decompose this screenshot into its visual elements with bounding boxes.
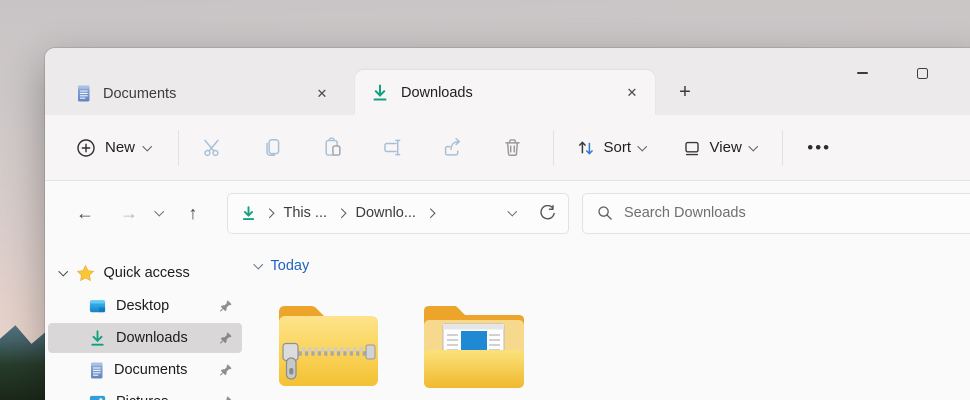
new-button[interactable]: New — [65, 129, 162, 167]
breadcrumb-this-pc[interactable]: This ... — [282, 202, 330, 224]
sidebar-item-label: Documents — [114, 362, 188, 378]
file-list-panel: Today — [245, 245, 970, 400]
tab-label: Documents — [103, 85, 177, 102]
sidebar-item-downloads[interactable]: Downloads — [48, 323, 242, 353]
pin-icon[interactable] — [219, 363, 233, 377]
chevron-down-icon[interactable] — [58, 266, 68, 277]
documents-icon — [88, 361, 105, 380]
breadcrumb-separator-icon — [336, 208, 346, 218]
rename-button[interactable] — [371, 126, 415, 170]
plus-circle-icon — [76, 138, 96, 158]
tab-documents[interactable]: Documents ✕ — [60, 72, 345, 115]
sidebar-item-documents[interactable]: Documents — [48, 355, 242, 385]
tab-downloads-active[interactable]: Downloads ✕ — [355, 70, 655, 115]
zipped-folder-icon — [271, 298, 385, 391]
sort-button[interactable]: Sort — [566, 129, 656, 167]
new-button-label: New — [105, 139, 136, 156]
close-tab-icon[interactable]: ✕ — [619, 80, 645, 106]
new-tab-button[interactable]: + — [667, 74, 703, 110]
caption-buttons — [838, 57, 946, 89]
recent-locations-button[interactable] — [147, 206, 171, 217]
group-header-label: Today — [270, 258, 310, 274]
file-item-zipped-folder[interactable] — [271, 298, 385, 391]
breadcrumb-separator-icon — [264, 208, 274, 218]
sort-arrows-icon — [576, 138, 596, 158]
maximize-button[interactable] — [898, 57, 946, 89]
breadcrumb-separator-icon — [425, 208, 435, 218]
toolbar-divider — [552, 129, 554, 166]
star-icon — [76, 264, 95, 283]
navigation-pane: Quick access Desktop Downloads Documents — [45, 245, 245, 400]
share-button[interactable] — [431, 126, 475, 170]
delete-button[interactable] — [491, 126, 535, 170]
chevron-down-icon — [142, 141, 152, 151]
cut-button[interactable] — [191, 126, 235, 170]
view-button[interactable]: View — [672, 129, 767, 167]
file-item-folder-with-documents[interactable] — [417, 298, 531, 391]
sidebar-item-label: Desktop — [116, 298, 170, 314]
close-tab-icon[interactable]: ✕ — [309, 81, 335, 107]
pin-icon[interactable] — [219, 299, 233, 313]
sidebar-item-label: Downloads — [116, 330, 188, 346]
tab-bar: Documents ✕ Downloads ✕ + — [45, 48, 970, 115]
tab-strip: Documents ✕ Downloads ✕ + — [60, 70, 703, 115]
documents-icon — [75, 84, 92, 103]
downloads-icon — [370, 83, 390, 103]
search-icon — [597, 205, 613, 221]
toolbar-divider — [782, 129, 784, 166]
chevron-down-icon — [637, 141, 647, 151]
pictures-icon — [88, 393, 107, 400]
file-explorer-window: Documents ✕ Downloads ✕ + New Sort View … — [45, 48, 970, 400]
maximize-icon — [916, 67, 928, 79]
navigation-bar: ← → ↑ This ... Downlo... — [45, 181, 970, 245]
tab-label: Downloads — [401, 84, 473, 101]
copy-button[interactable] — [251, 126, 295, 170]
pin-icon[interactable] — [219, 395, 233, 400]
folder-with-documents-icon — [417, 298, 531, 391]
more-options-button[interactable]: ••• — [795, 132, 843, 164]
sidebar-item-desktop[interactable]: Desktop — [48, 291, 242, 321]
sidebar-item-label: Pictures — [116, 394, 168, 400]
group-header-today[interactable]: Today — [253, 258, 970, 274]
chevron-down-icon — [748, 141, 758, 151]
file-items — [271, 298, 970, 391]
chevron-down-icon — [154, 206, 164, 217]
chevron-down-icon — [253, 259, 263, 270]
view-icon — [682, 138, 702, 158]
downloads-icon — [240, 205, 257, 222]
content-area: Quick access Desktop Downloads Documents… — [45, 245, 970, 400]
desktop-icon — [88, 297, 107, 316]
minimize-icon — [856, 72, 868, 74]
pin-icon[interactable] — [219, 331, 233, 345]
refresh-icon[interactable] — [539, 204, 556, 222]
search-input[interactable] — [624, 205, 967, 221]
view-button-label: View — [709, 139, 742, 156]
address-bar[interactable]: This ... Downlo... — [227, 192, 569, 234]
back-button[interactable]: ← — [67, 195, 103, 231]
search-box[interactable] — [582, 192, 970, 234]
sidebar-section-label: Quick access — [103, 265, 190, 281]
paste-button[interactable] — [311, 126, 355, 170]
minimize-button[interactable] — [838, 57, 886, 89]
forward-button[interactable]: → — [111, 195, 147, 231]
sidebar-item-quick-access[interactable]: Quick access — [48, 258, 242, 288]
downloads-icon — [88, 329, 107, 348]
breadcrumb-downloads[interactable]: Downlo... — [354, 202, 418, 224]
command-bar: New Sort View ••• — [45, 115, 970, 181]
address-dropdown-icon[interactable] — [507, 206, 517, 217]
sort-button-label: Sort — [603, 139, 632, 156]
toolbar-divider — [177, 129, 179, 166]
sidebar-item-pictures[interactable]: Pictures — [48, 387, 242, 400]
up-button[interactable]: ↑ — [175, 195, 211, 231]
